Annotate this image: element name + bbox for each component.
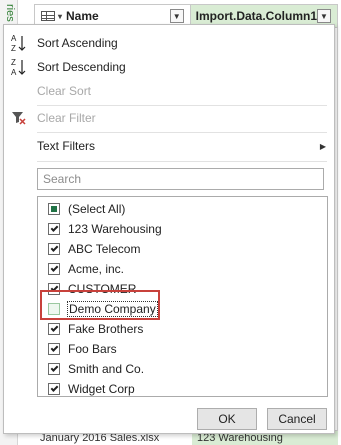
filter-value-list[interactable]: (Select All) 123 Warehousing ABC Telecom… — [37, 196, 328, 397]
sort-ascending-item[interactable]: A Z Sort Ascending — [4, 31, 334, 55]
item-checkbox[interactable] — [48, 243, 60, 255]
svg-text:A: A — [11, 68, 17, 77]
filter-dropdown-icon[interactable]: ▼ — [169, 9, 184, 23]
clear-filter-item[interactable]: Clear Filter — [4, 106, 334, 130]
search-input[interactable] — [37, 168, 324, 190]
ok-button[interactable]: OK — [197, 408, 257, 430]
text-filters-label: Text Filters — [37, 139, 96, 153]
item-checkbox[interactable] — [48, 363, 60, 375]
list-item-label: (Select All) — [68, 202, 126, 216]
chevron-down-icon[interactable]: ▾ — [58, 12, 62, 21]
list-item[interactable]: Widget Corp — [38, 379, 327, 396]
item-checkbox[interactable] — [48, 283, 60, 295]
list-item[interactable]: CUSTOMER — [38, 279, 327, 299]
item-checkbox[interactable] — [48, 383, 60, 395]
list-item[interactable]: Fake Brothers — [38, 319, 327, 339]
cancel-button[interactable]: Cancel — [267, 408, 327, 430]
list-item-label: Foo Bars — [68, 342, 117, 356]
list-item[interactable]: Acme, inc. — [38, 259, 327, 279]
menu-separator — [37, 161, 327, 162]
clear-filter-icon — [11, 108, 27, 128]
filter-dropdown-menu: A Z Sort Ascending Z A Sort Descending C… — [3, 24, 335, 434]
column-header-import-label: Import.Data.Column1 — [195, 9, 317, 23]
list-item-label: CUSTOMER — [68, 282, 137, 296]
table-icon[interactable] — [41, 11, 55, 21]
column-header-name-label: Name — [66, 9, 99, 23]
list-item[interactable]: ABC Telecom — [38, 239, 327, 259]
svg-text:Z: Z — [11, 58, 16, 67]
sort-descending-label: Sort Descending — [37, 60, 126, 74]
item-checkbox[interactable] — [48, 343, 60, 355]
svg-text:Z: Z — [11, 44, 16, 53]
item-checkbox[interactable] — [48, 263, 60, 275]
select-all-checkbox[interactable] — [48, 203, 60, 215]
list-item[interactable]: Foo Bars — [38, 339, 327, 359]
clear-sort-item[interactable]: Clear Sort — [4, 79, 334, 103]
item-checkbox[interactable] — [48, 223, 60, 235]
filter-dropdown-icon[interactable]: ▼ — [317, 9, 331, 23]
sort-ascending-icon: A Z — [11, 33, 27, 53]
list-item[interactable]: 123 Warehousing — [38, 219, 327, 239]
queries-pane-label: ries — [4, 4, 16, 22]
svg-text:A: A — [11, 34, 17, 43]
list-item-label: Demo Company — [67, 301, 158, 317]
submenu-arrow-icon: ▶ — [319, 141, 326, 151]
sort-descending-icon: Z A — [11, 57, 27, 77]
list-item-label: 123 Warehousing — [68, 222, 162, 236]
list-item-label: Smith and Co. — [68, 362, 145, 376]
list-item[interactable]: Smith and Co. — [38, 359, 327, 379]
item-checkbox[interactable] — [48, 303, 60, 315]
list-item-select-all[interactable]: (Select All) — [38, 199, 327, 219]
list-item-label: Fake Brothers — [68, 322, 144, 336]
grid-border — [337, 28, 338, 438]
sort-descending-item[interactable]: Z A Sort Descending — [4, 55, 334, 79]
list-item-label: ABC Telecom — [68, 242, 141, 256]
list-item-label: Widget Corp — [68, 382, 135, 396]
item-checkbox[interactable] — [48, 323, 60, 335]
list-item-demo-company[interactable]: Demo Company — [38, 299, 327, 319]
clear-filter-label: Clear Filter — [37, 111, 96, 125]
clear-sort-label: Clear Sort — [37, 84, 92, 98]
list-item-label: Acme, inc. — [68, 262, 125, 276]
sort-ascending-label: Sort Ascending — [37, 36, 118, 50]
menu-separator — [37, 132, 327, 133]
text-filters-item[interactable]: Text Filters ▶ — [4, 134, 334, 158]
